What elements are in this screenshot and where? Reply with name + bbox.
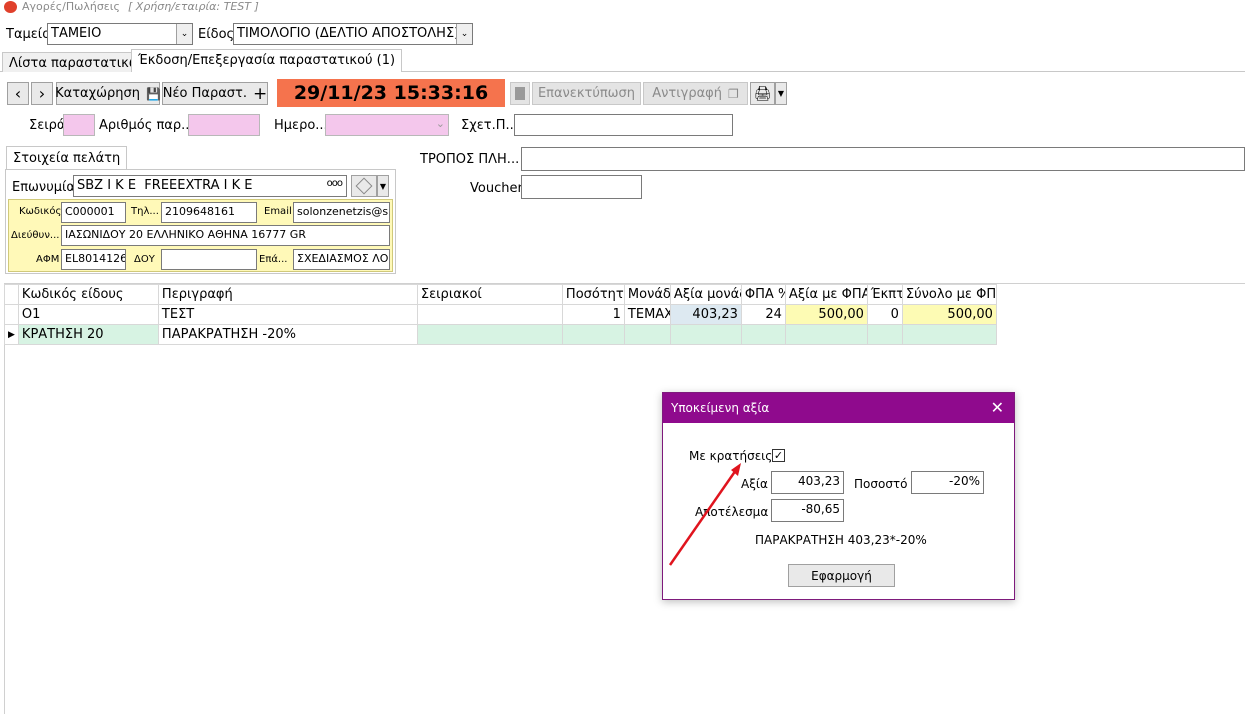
annotation-arrow-line: [668, 469, 738, 566]
annotation-arrow: [668, 463, 741, 566]
